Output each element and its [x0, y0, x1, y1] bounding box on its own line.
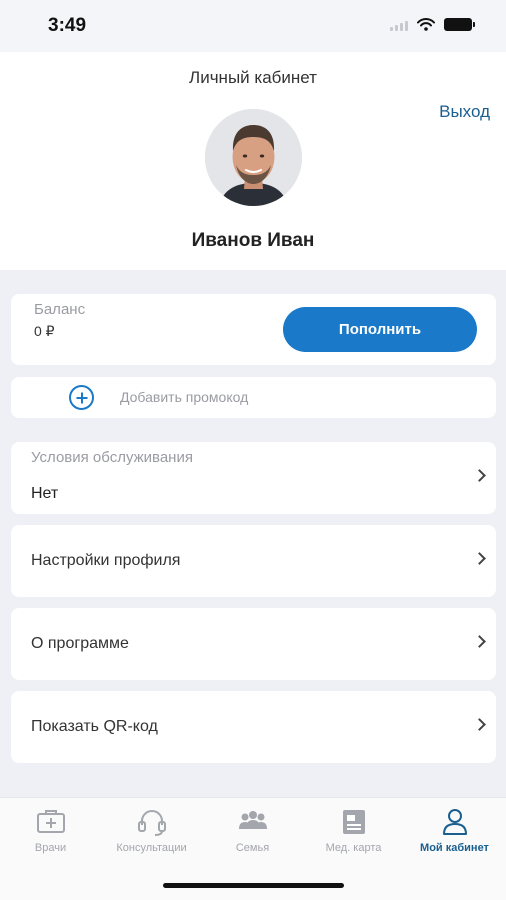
- tab-consultations[interactable]: Консультации: [101, 798, 202, 866]
- wifi-icon: [417, 18, 435, 31]
- logout-button[interactable]: Выход: [439, 102, 490, 122]
- about-app-row[interactable]: О программе: [11, 608, 496, 680]
- add-promo-label: Добавить промокод: [120, 389, 249, 405]
- tab-family[interactable]: Семья: [202, 798, 303, 866]
- tab-label: Мой кабинет: [420, 842, 489, 854]
- terms-label: Условия обслуживания: [31, 449, 193, 466]
- user-icon: [442, 809, 467, 835]
- profile-header: Личный кабинет Выход Иванов Иван: [0, 52, 506, 270]
- status-time: 3:49: [48, 15, 87, 36]
- tab-label: Врачи: [34, 842, 67, 854]
- chevron-right-icon: [473, 552, 486, 565]
- avatar-photo: [205, 109, 302, 206]
- medical-card-icon: [342, 810, 365, 834]
- chevron-right-icon: [473, 635, 486, 648]
- chevron-right-icon: [473, 469, 486, 482]
- home-indicator: [163, 883, 344, 888]
- plus-circle-icon: [69, 385, 94, 410]
- tab-label: Консультации: [116, 842, 187, 854]
- chevron-right-icon: [473, 718, 486, 731]
- balance-value: 0 ₽: [34, 323, 55, 339]
- add-promo-button[interactable]: Добавить промокод: [11, 377, 496, 418]
- tab-medical-card[interactable]: Мед. карта: [303, 798, 404, 866]
- battery-icon: [444, 18, 475, 31]
- tab-doctors[interactable]: Врачи: [0, 798, 101, 866]
- balance-label: Баланс: [34, 301, 86, 318]
- topup-button[interactable]: Пополнить: [283, 307, 477, 352]
- profile-settings-row[interactable]: Настройки профиля: [11, 525, 496, 597]
- headset-icon: [137, 810, 166, 836]
- menu-item-label: О программе: [31, 635, 129, 652]
- status-icons: [390, 18, 475, 31]
- show-qr-code-row[interactable]: Показать QR-код: [11, 691, 496, 763]
- tab-label: Мед. карта: [325, 842, 382, 854]
- avatar: [205, 109, 302, 206]
- user-name: Иванов Иван: [191, 230, 315, 251]
- signal-icon: [390, 19, 408, 31]
- menu-item-label: Показать QR-код: [31, 718, 158, 735]
- status-bar: 3:49: [0, 0, 506, 52]
- medical-case-icon: [36, 810, 65, 833]
- page-title: Личный кабинет: [189, 68, 317, 87]
- family-icon: [238, 811, 267, 829]
- menu-item-label: Настройки профиля: [31, 552, 181, 569]
- balance-card: Баланс 0 ₽ Пополнить: [11, 294, 496, 365]
- tab-label: Семья: [235, 842, 270, 854]
- tab-my-account[interactable]: Мой кабинет: [404, 798, 505, 866]
- terms-of-service-row[interactable]: Условия обслуживания Нет: [11, 442, 496, 514]
- terms-value: Нет: [31, 485, 59, 502]
